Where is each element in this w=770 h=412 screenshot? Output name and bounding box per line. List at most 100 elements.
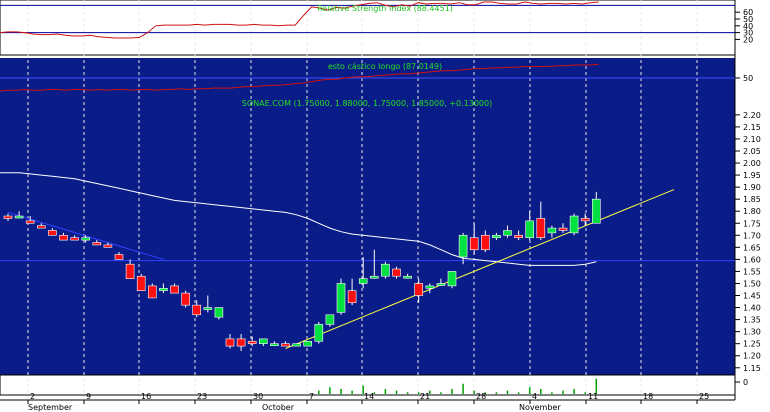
candle-body-8: [92, 242, 102, 246]
candle-body-9: [103, 244, 113, 248]
price-tick-label-17: 1.35: [743, 316, 761, 325]
candle-body-50: [558, 227, 568, 231]
candle-body-28: [314, 324, 324, 342]
candle-body-46: [514, 234, 523, 239]
price-tick-label-0: 2.20: [743, 111, 761, 120]
candle-body-18: [203, 307, 213, 310]
candle-body-22: [247, 340, 257, 344]
candle-body-48: [536, 218, 546, 239]
candle-body-20: [225, 338, 235, 347]
candle-body-16: [181, 292, 190, 306]
price-tick-label-9: 1.75: [743, 219, 761, 228]
stock-chart: 2030405060 50 2.202.152.102.052.001.951.…: [0, 0, 770, 412]
price-tick-label-20: 1.20: [743, 352, 761, 361]
price-tick-label-8: 1.80: [743, 207, 761, 216]
x-tick-label-8: 28: [476, 392, 486, 401]
candle-body-45: [503, 230, 512, 236]
candle-body-42: [469, 237, 479, 251]
rsi-tick-label-4: 60: [743, 8, 753, 17]
price-tick-label-6: 1.90: [743, 183, 761, 192]
candle-body-34: [381, 263, 390, 277]
price-tick-label-12: 1.60: [743, 255, 761, 264]
x-tick-label-11: 18: [643, 392, 653, 401]
x-tick-label-5: 7: [309, 392, 314, 401]
candle-body-14: [159, 287, 168, 291]
candle-body-5: [59, 234, 68, 241]
price-tick-label-5: 1.95: [743, 171, 761, 180]
price-panel: [0, 98, 735, 375]
candle-body-31: [347, 290, 357, 304]
price-tick-label-7: 1.85: [743, 195, 761, 204]
month-label-2: November: [519, 403, 561, 412]
x-axis-area: [0, 400, 735, 412]
candle-body-12: [136, 275, 146, 291]
candle-body-6: [70, 237, 79, 241]
price-tick-label-2: 2.10: [743, 135, 761, 144]
candle-body-2: [25, 220, 35, 224]
candle-body-43: [480, 234, 490, 251]
candle-body-15: [170, 285, 179, 294]
candle-body-4: [48, 230, 57, 236]
x-tick-label-9: 4: [532, 392, 537, 401]
price-tick-label-1: 2.15: [743, 123, 761, 132]
candle-body-33: [369, 275, 379, 279]
price-tick-label-13: 1.55: [743, 267, 761, 276]
x-tick-label-0: 2: [30, 392, 35, 401]
candle-body-10: [114, 254, 124, 260]
month-label-0: September: [28, 403, 73, 412]
candle-body-51: [569, 215, 579, 234]
candle-body-35: [392, 268, 401, 277]
candle-body-36: [403, 275, 412, 279]
price-tick-label-4: 2.00: [743, 159, 761, 168]
candle-body-24: [270, 343, 279, 346]
candle-body-32: [358, 278, 368, 284]
x-tick-label-6: 14: [364, 392, 374, 401]
price-tick-label-19: 1.25: [743, 340, 761, 349]
candle-body-11: [125, 263, 135, 279]
candle-body-40: [447, 271, 457, 287]
candle-body-44: [492, 234, 501, 239]
price-tick-label-14: 1.50: [743, 279, 761, 288]
stochastic-tick-label-0: 50: [743, 74, 753, 83]
candle-body-30: [336, 283, 346, 313]
candle-body-7: [81, 237, 90, 241]
price-tick-label-10: 1.70: [743, 231, 761, 240]
candle-body-25: [281, 343, 290, 347]
candle-body-47: [525, 220, 535, 239]
candle-body-39: [436, 283, 446, 286]
candle-body-38: [425, 285, 435, 289]
candle-body-21: [236, 338, 246, 347]
candle-body-41: [458, 234, 468, 258]
candle-body-52: [580, 218, 590, 222]
price-tick-label-3: 2.05: [743, 147, 761, 156]
candle-body-27: [303, 340, 313, 347]
price-title: SONAE.COM (1.75000, 1.88000, 1.75000, 1.…: [242, 99, 492, 108]
volume-tick-label-0: 0: [743, 378, 748, 387]
stochastic-title: esto cástico longo (87.0149): [328, 62, 442, 71]
x-tick-label-2: 16: [141, 392, 151, 401]
x-tick-label-3: 23: [197, 392, 207, 401]
candle-body-26: [292, 343, 301, 347]
price-tick-label-15: 1.45: [743, 292, 761, 301]
candle-body-37: [414, 283, 424, 296]
candle-body-17: [192, 304, 201, 316]
x-tick-label-1: 9: [86, 392, 91, 401]
candle-body-1: [14, 215, 24, 219]
x-tick-label-12: 25: [699, 392, 709, 401]
candle-body-13: [148, 285, 157, 299]
candle-body-49: [547, 227, 557, 234]
candle-body-23: [258, 338, 268, 344]
price-tick-label-21: 1.15: [743, 364, 761, 373]
x-tick-label-7: 21: [420, 392, 430, 401]
candle-body-0: [3, 215, 13, 219]
candle-body-29: [325, 314, 335, 325]
price-tick-label-18: 1.30: [743, 328, 761, 337]
candle-body-3: [36, 225, 46, 229]
price-tick-label-11: 1.65: [743, 243, 761, 252]
rsi-title: Relative Strength Index (88.4451): [317, 4, 453, 13]
candle-body-19: [214, 307, 224, 318]
month-label-1: October: [262, 403, 295, 412]
price-tick-label-16: 1.40: [743, 304, 761, 313]
x-tick-label-4: 30: [253, 392, 263, 401]
candle-body-53: [591, 198, 601, 224]
